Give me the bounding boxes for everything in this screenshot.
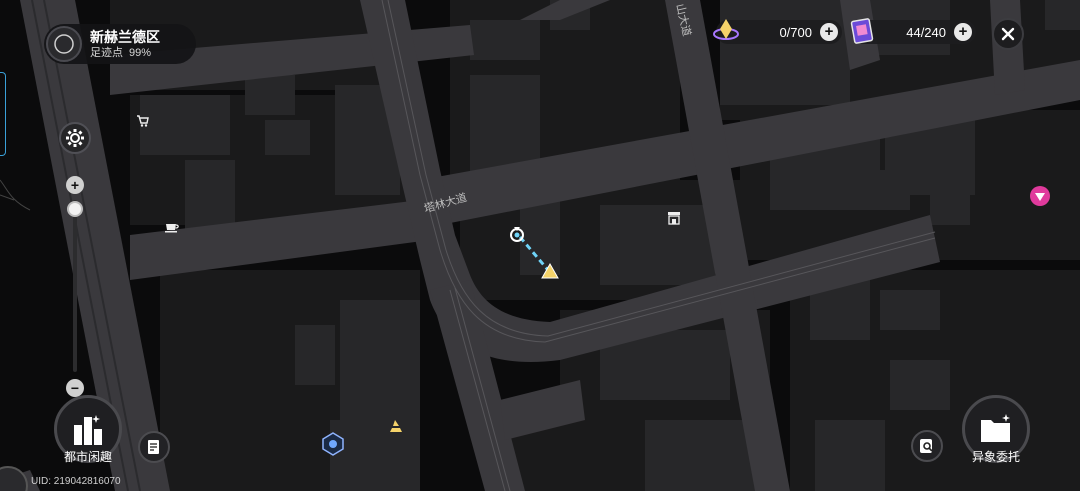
- footprint-value: 99%: [129, 46, 152, 59]
- commission-marker-icon[interactable]: [387, 418, 405, 439]
- footprint-label: 足迹点: [90, 46, 123, 59]
- gear-icon: [66, 129, 84, 147]
- cafe-cup-icon[interactable]: [164, 220, 180, 239]
- close-map-button[interactable]: [992, 18, 1024, 50]
- player-uid: UID: 219042816070: [31, 476, 121, 487]
- add-resource-button[interactable]: +: [820, 23, 838, 41]
- close-icon: [1001, 27, 1015, 41]
- purple-crystal-icon: [712, 17, 740, 45]
- folder-icon: [981, 414, 1010, 442]
- compass-icon[interactable]: [46, 26, 82, 62]
- city-map[interactable]: [0, 0, 1080, 491]
- search-icon: [920, 439, 933, 453]
- resource-value: 44/240: [906, 24, 946, 40]
- search-map-button[interactable]: [911, 430, 943, 462]
- city-buildings-icon: [74, 415, 102, 445]
- left-edge-tab[interactable]: [0, 72, 6, 156]
- city-fun-label: 都市闲趣: [63, 450, 112, 464]
- resource-value: 0/700: [779, 24, 812, 40]
- zoom-slider-handle[interactable]: [67, 201, 83, 217]
- zoom-slider-track[interactable]: [73, 200, 77, 372]
- hollow-zero-marker-icon[interactable]: [321, 432, 345, 461]
- player-location-icon[interactable]: [506, 224, 528, 251]
- zoom-in-button[interactable]: +: [66, 176, 84, 194]
- map-settings-button[interactable]: [59, 122, 91, 154]
- zoom-out-button[interactable]: −: [66, 379, 84, 397]
- anomaly-commission-label: 异象委托: [971, 450, 1020, 464]
- region-name: 新赫兰德区: [90, 28, 160, 45]
- notes-icon: [148, 440, 159, 454]
- store-icon[interactable]: [667, 211, 681, 230]
- destination-arrow-icon[interactable]: [540, 262, 560, 285]
- region-info-panel[interactable]: 新赫兰德区 足迹点 99%: [44, 24, 196, 64]
- notes-button[interactable]: [138, 431, 170, 463]
- pink-event-marker-icon[interactable]: [1029, 185, 1051, 212]
- card-pack-icon: [848, 17, 876, 45]
- add-resource-button[interactable]: +: [954, 23, 972, 41]
- shop-cart-icon[interactable]: [136, 114, 150, 133]
